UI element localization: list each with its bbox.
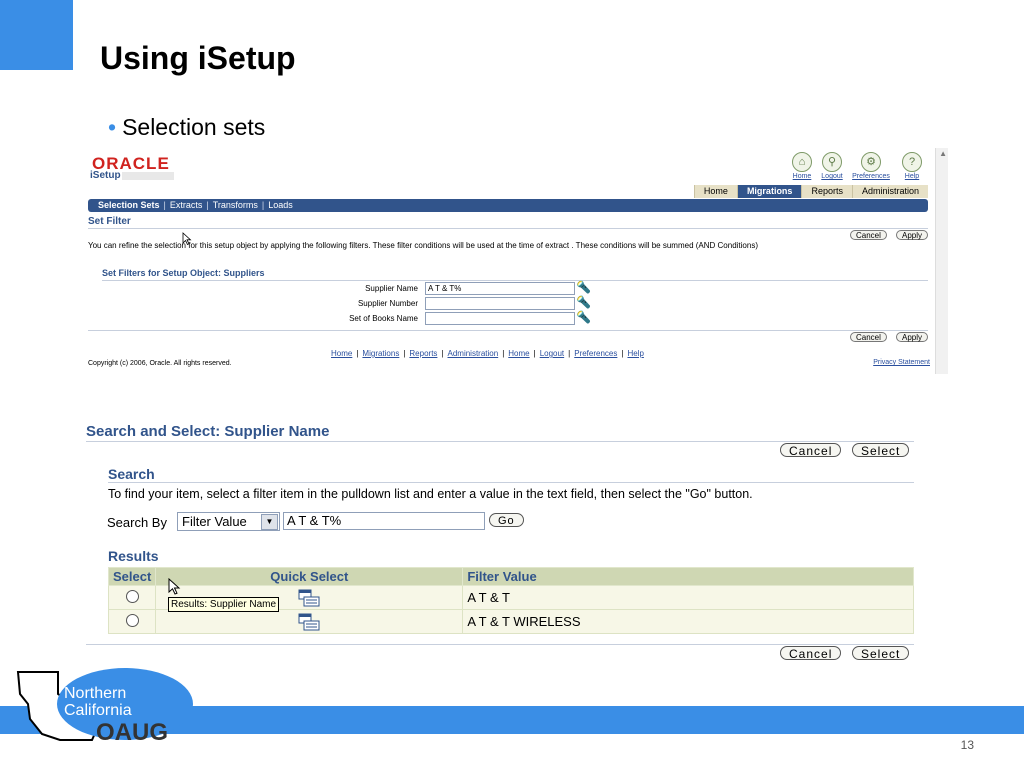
filter-value-cell: A T & T — [462, 585, 914, 610]
divider — [88, 228, 928, 229]
quick-select-icon[interactable] — [298, 613, 320, 631]
privacy-statement-link[interactable]: Privacy Statement — [873, 359, 930, 366]
select-cell — [107, 609, 157, 634]
table-row: A T & T WIRELESS — [107, 609, 914, 634]
footer-link-administration[interactable]: Administration — [448, 349, 499, 358]
bullet-dot: • — [108, 114, 117, 140]
scroll-up-icon[interactable]: ▲ — [939, 149, 947, 158]
vertical-scrollbar[interactable]: ▲ — [935, 148, 948, 374]
global-link-logout[interactable]: ⚲ Logout — [814, 152, 850, 180]
preferences-icon[interactable]: ⚙ — [861, 152, 881, 172]
footer-link-migrations[interactable]: Migrations — [362, 349, 399, 358]
supplier-name-input[interactable]: A T & T% — [425, 282, 575, 295]
divider — [108, 482, 914, 483]
bullet-text: Selection sets — [122, 114, 266, 140]
mouse-pointer-icon — [168, 578, 181, 595]
column-header-quick-select: Quick Select — [155, 567, 464, 586]
global-link-preferences[interactable]: ⚙ Preferences — [850, 152, 892, 180]
chevron-down-icon[interactable]: ▼ — [261, 514, 278, 530]
search-by-select[interactable]: Filter Value ▼ — [177, 512, 280, 531]
slide-title: Using iSetup — [100, 40, 296, 76]
apply-button-top[interactable]: Apply — [896, 230, 929, 240]
footer-link-home-2[interactable]: Home — [508, 349, 529, 358]
select-cell — [107, 585, 157, 610]
supplier-name-label: Supplier Name — [365, 284, 418, 293]
subnav-transforms[interactable]: Transforms — [209, 200, 262, 210]
sub-navigation-bar: Selection Sets | Extracts | Transforms | Loads — [88, 199, 928, 212]
footer-link-logout[interactable]: Logout — [540, 349, 564, 358]
cancel-button-bottom[interactable]: Cancel — [850, 332, 887, 342]
search-instructions: To find your item, select a filter item … — [108, 487, 753, 501]
main-tabs: Home Migrations Reports Administration — [693, 185, 928, 198]
subnav-loads[interactable]: Loads — [264, 200, 297, 210]
search-value-input[interactable]: A T & T% — [283, 512, 485, 530]
column-header-filter-value: Filter Value — [462, 567, 914, 586]
supplier-number-label: Supplier Number — [357, 299, 418, 308]
quick-select-icon[interactable] — [298, 589, 320, 607]
search-by-label: Search By — [107, 515, 167, 530]
tab-home[interactable]: Home — [693, 185, 737, 198]
search-flashlight-icon[interactable]: 🔦 — [576, 311, 592, 324]
tab-reports[interactable]: Reports — [801, 185, 852, 198]
global-links: ⌂ Home ⚲ Logout ⚙ Preferences ? Help — [784, 152, 929, 182]
bullet-item: • Selection sets — [108, 114, 265, 141]
app-name: iSetup — [90, 170, 121, 181]
filter-description: You can refine the selection for this se… — [88, 241, 758, 250]
home-icon[interactable]: ⌂ — [792, 152, 812, 172]
quick-select-cell — [155, 609, 464, 634]
search-select-title: Search and Select: Supplier Name — [86, 423, 330, 440]
logo-text-northern: Northern — [64, 685, 126, 702]
global-link-help[interactable]: ? Help — [894, 152, 930, 180]
search-by-value: Filter Value — [182, 514, 247, 529]
set-filters-subheading: Set Filters for Setup Object: Suppliers — [102, 268, 265, 278]
copyright-text: Copyright (c) 2006, Oracle. All rights r… — [88, 360, 232, 367]
cancel-button-bottom[interactable]: Cancel — [780, 646, 842, 661]
select-button-bottom[interactable]: Select — [852, 646, 910, 661]
subnav-selection-sets[interactable]: Selection Sets — [88, 200, 164, 210]
cancel-button-top[interactable]: Cancel — [850, 230, 887, 240]
tab-administration[interactable]: Administration — [851, 185, 928, 198]
help-icon[interactable]: ? — [902, 152, 922, 172]
divider — [102, 280, 928, 281]
tooltip: Results: Supplier Name — [168, 597, 280, 612]
divider — [88, 330, 928, 331]
select-button-top[interactable]: Select — [852, 443, 910, 458]
title-accent-square — [0, 0, 73, 70]
divider — [86, 441, 914, 442]
page-number: 13 — [960, 738, 974, 752]
set-filter-heading: Set Filter — [88, 216, 131, 227]
tab-migrations[interactable]: Migrations — [736, 185, 802, 198]
footer-links: Home | Migrations | Reports | Administration | H… — [331, 349, 644, 358]
apply-button-bottom[interactable]: Apply — [896, 332, 929, 342]
set-of-books-input[interactable] — [425, 312, 575, 325]
divider — [86, 644, 914, 645]
cancel-button-top[interactable]: Cancel — [780, 443, 842, 458]
column-header-select: Select — [107, 567, 157, 586]
logo-text-california: California — [64, 702, 132, 719]
supplier-number-input[interactable] — [425, 297, 575, 310]
results-heading: Results — [108, 548, 159, 564]
footer-link-preferences[interactable]: Preferences — [574, 349, 617, 358]
logout-icon[interactable]: ⚲ — [822, 152, 842, 172]
subnav-extracts[interactable]: Extracts — [166, 200, 207, 210]
set-of-books-label: Set of Books Name — [349, 314, 418, 323]
footer-link-home[interactable]: Home — [331, 349, 352, 358]
footer-link-help[interactable]: Help — [627, 349, 643, 358]
search-heading: Search — [108, 466, 155, 482]
select-radio[interactable] — [125, 613, 139, 627]
select-radio[interactable] — [125, 589, 139, 603]
search-flashlight-icon[interactable]: 🔦 — [576, 281, 592, 294]
isetup-set-filter-screenshot: ▲ ORACLE iSetup ⌂ Home ⚲ Logout ⚙ Preferenc… — [86, 148, 948, 374]
search-and-select-screenshot: Search and Select: Supplier Name Cancel … — [86, 420, 916, 668]
results-header-row: Select Quick Select Filter Value — [107, 567, 914, 586]
app-name-decoration — [122, 172, 174, 180]
filter-value-cell: A T & T WIRELESS — [462, 609, 914, 634]
go-button[interactable]: Go — [489, 513, 524, 527]
northern-california-oaug-logo: Northern California OAUG — [16, 668, 193, 744]
search-flashlight-icon[interactable]: 🔦 — [576, 296, 592, 309]
footer-link-reports[interactable]: Reports — [409, 349, 437, 358]
logo-text-oaug: OAUG — [96, 719, 168, 744]
